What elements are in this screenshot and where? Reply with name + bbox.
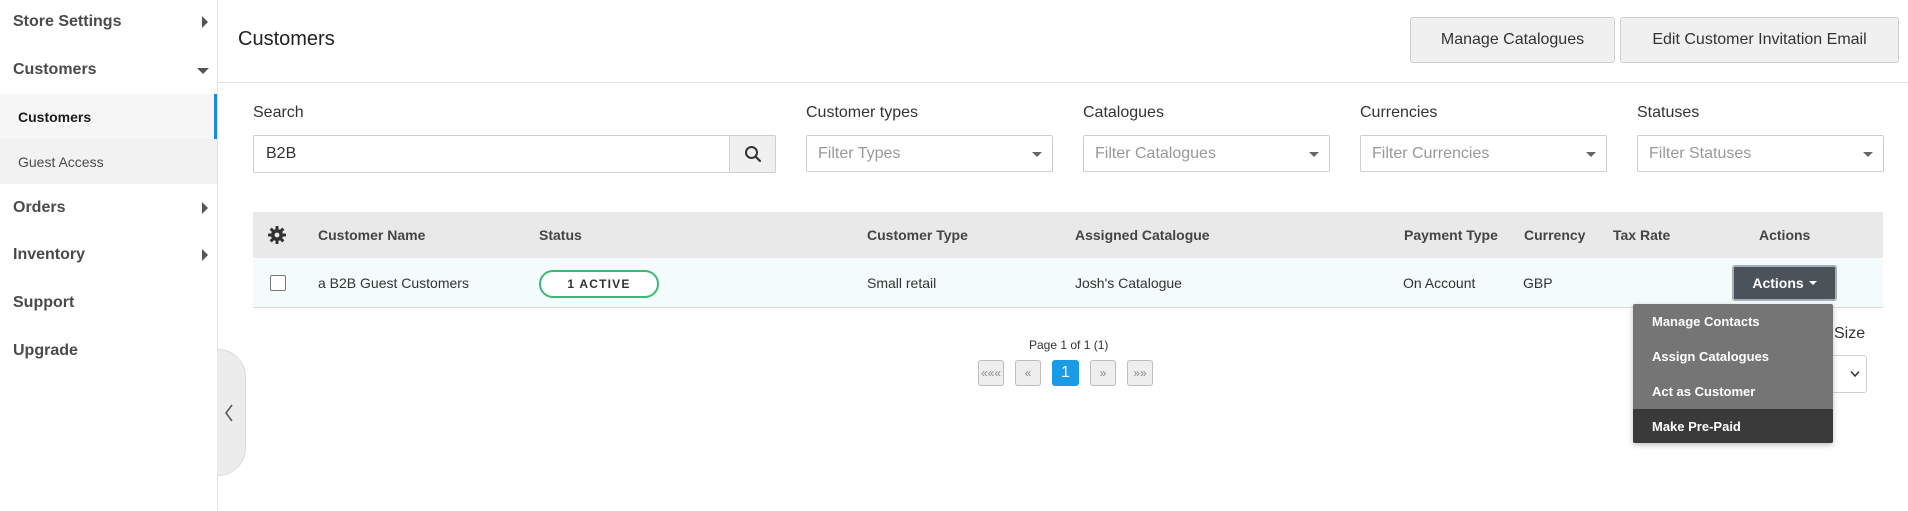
dropdown-arrow-icon — [1309, 152, 1319, 157]
row-checkbox[interactable] — [270, 275, 286, 291]
statuses-label: Statuses — [1637, 104, 1700, 121]
menu-item-assign-catalogues[interactable]: Assign Catalogues — [1633, 339, 1833, 374]
dropdown-arrow-icon — [1863, 152, 1873, 157]
status-badge: 1 ACTIVE — [539, 270, 659, 298]
cell-customer-name[interactable]: a B2B Guest Customers — [318, 258, 469, 308]
last-page-button[interactable]: »» — [1127, 360, 1153, 386]
column-header-tax-rate[interactable]: Tax Rate — [1613, 212, 1670, 258]
chevron-right-icon — [202, 202, 208, 214]
statuses-placeholder: Filter Statuses — [1649, 144, 1752, 162]
actions-button[interactable]: Actions — [1732, 265, 1837, 301]
sidebar-item-label: Orders — [13, 199, 66, 216]
gear-icon — [268, 226, 286, 244]
sidebar-subitem-customers[interactable]: Customers — [0, 94, 217, 139]
column-header-assigned-catalogue[interactable]: Assigned Catalogue — [1075, 212, 1210, 258]
sidebar-item-orders[interactable]: Orders — [0, 186, 217, 230]
sidebar-item-customers[interactable]: Customers — [0, 48, 217, 92]
dropdown-arrow-icon — [1586, 152, 1596, 157]
column-header-currency[interactable]: Currency — [1524, 212, 1585, 258]
cell-payment-type: On Account — [1403, 275, 1476, 291]
caret-down-icon — [1808, 281, 1817, 285]
sidebar-subitem-label: Customers — [18, 108, 92, 125]
chevron-down-icon — [1850, 371, 1860, 378]
page-size-select[interactable] — [1830, 355, 1867, 393]
manage-catalogues-button[interactable]: Manage Catalogues — [1410, 17, 1615, 63]
column-header-status[interactable]: Status — [539, 212, 582, 258]
pagination-info: Page 1 of 1 (1) — [1029, 338, 1109, 352]
statuses-select[interactable]: Filter Statuses — [1637, 135, 1884, 172]
header-divider — [218, 82, 1908, 83]
sidebar-item-label: Customers — [13, 61, 97, 78]
customer-types-select[interactable]: Filter Types — [806, 135, 1053, 172]
sidebar-item-label: Upgrade — [13, 342, 78, 359]
menu-item-make-pre-paid[interactable]: Make Pre-Paid — [1633, 409, 1833, 443]
sidebar-subitem-guest-access[interactable]: Guest Access — [0, 139, 217, 184]
sidebar-collapse-tab[interactable] — [217, 349, 246, 476]
actions-button-label: Actions — [1752, 275, 1804, 291]
currencies-select[interactable]: Filter Currencies — [1360, 135, 1607, 172]
menu-item-act-as-customer[interactable]: Act as Customer — [1633, 374, 1833, 409]
chevron-right-icon — [202, 249, 208, 261]
page-button-current[interactable]: 1 — [1052, 360, 1079, 386]
sidebar-item-upgrade[interactable]: Upgrade — [0, 329, 217, 373]
table-settings-button[interactable] — [267, 212, 287, 258]
first-page-button[interactable]: ««« — [978, 360, 1004, 386]
currencies-label: Currencies — [1360, 104, 1438, 121]
chevron-down-icon — [197, 68, 209, 74]
previous-page-button[interactable]: « — [1015, 360, 1041, 386]
catalogues-label: Catalogues — [1083, 104, 1164, 121]
cell-assigned-catalogue: Josh's Catalogue — [1075, 275, 1182, 291]
sidebar-item-support[interactable]: Support — [0, 281, 217, 325]
column-header-actions: Actions — [1759, 227, 1811, 243]
customer-types-label: Customer types — [806, 104, 919, 121]
catalogues-select[interactable]: Filter Catalogues — [1083, 135, 1330, 172]
currencies-placeholder: Filter Currencies — [1372, 144, 1490, 162]
column-header-customer-name[interactable]: Customer Name — [318, 212, 425, 258]
search-input[interactable]: B2B — [253, 135, 729, 173]
sidebar: Store Settings Customers Customers Guest… — [0, 0, 218, 511]
chevron-right-icon — [202, 16, 208, 28]
sidebar-item-label: Store Settings — [13, 13, 122, 30]
customer-types-placeholder: Filter Types — [818, 144, 901, 162]
chevron-left-icon — [225, 404, 233, 421]
search-label: Search — [253, 104, 304, 121]
actions-dropdown-menu: Manage Contacts Assign Catalogues Act as… — [1633, 304, 1833, 443]
dropdown-arrow-icon — [1032, 152, 1042, 157]
sidebar-item-store-settings[interactable]: Store Settings — [0, 0, 217, 44]
cell-currency: GBP — [1523, 275, 1553, 291]
sidebar-item-label: Support — [13, 294, 75, 311]
search-button[interactable] — [729, 135, 776, 173]
sidebar-item-inventory[interactable]: Inventory — [0, 233, 217, 277]
next-page-button[interactable]: » — [1090, 360, 1116, 386]
column-header-payment-type[interactable]: Payment Type — [1404, 212, 1498, 258]
page-size-label: Size — [1834, 325, 1866, 342]
search-icon — [744, 146, 761, 163]
sidebar-item-label: Inventory — [13, 246, 86, 263]
page-title: Customers — [238, 28, 335, 50]
edit-invitation-email-button[interactable]: Edit Customer Invitation Email — [1620, 17, 1899, 63]
column-header-customer-type[interactable]: Customer Type — [867, 212, 968, 258]
table-header: Customer Name Status Customer Type Assig… — [253, 212, 1883, 258]
cell-customer-type: Small retail — [867, 275, 937, 291]
sidebar-subitem-label: Guest Access — [18, 153, 104, 170]
catalogues-placeholder: Filter Catalogues — [1095, 144, 1216, 162]
menu-item-manage-contacts[interactable]: Manage Contacts — [1633, 304, 1833, 339]
table-row: a B2B Guest Customers 1 ACTIVE Small ret… — [253, 258, 1883, 308]
